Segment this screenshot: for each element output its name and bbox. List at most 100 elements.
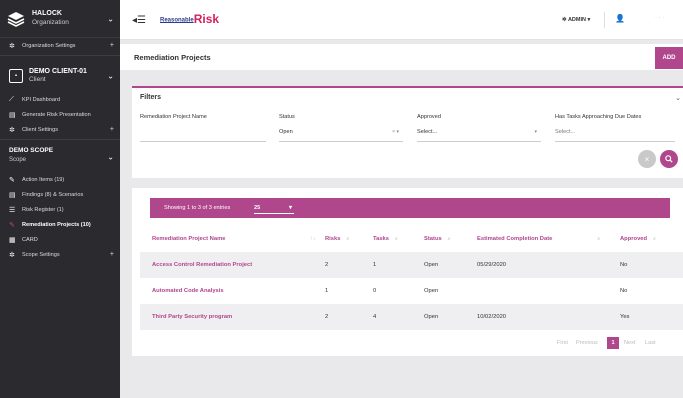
clear-filters-button[interactable]: × — [638, 150, 656, 168]
project-name-input[interactable] — [140, 126, 266, 142]
org-name: HALOCK — [32, 10, 62, 18]
column-label: Approved — [620, 236, 648, 242]
project-name-link[interactable]: Automated Code Analysis — [152, 288, 224, 294]
gear-icon: ✲ — [9, 126, 15, 134]
brand-part2: Risk — [193, 12, 220, 26]
search-button[interactable] — [660, 150, 678, 168]
approved-value: Select... — [417, 129, 438, 135]
risks-cell: 2 — [325, 262, 329, 268]
grid-icon: ▦ — [9, 236, 16, 244]
column-label: Remediation Project Name — [152, 236, 226, 242]
divider — [604, 12, 605, 28]
page-header: Remediation Projects ADD — [120, 44, 683, 70]
date-cell: 05/29/2020 — [477, 262, 507, 268]
sidebar-item-risk-register[interactable]: ☰ Risk Register (1) — [0, 202, 120, 217]
search-icon — [665, 155, 673, 163]
scope-name: DEMO SCOPE — [9, 147, 54, 154]
pagination-first[interactable]: First — [557, 340, 568, 346]
risks-cell: 2 — [325, 314, 329, 320]
clear-and-dropdown-icon: × ▾ — [392, 129, 399, 135]
pagination-current-page[interactable]: 1 — [607, 337, 619, 349]
chevron-down-icon[interactable]: ⌄ — [107, 14, 114, 23]
approved-cell: No — [620, 262, 628, 268]
status-cell: Open — [424, 288, 439, 294]
column-label: Tasks — [373, 236, 390, 242]
close-icon: × — [644, 154, 650, 164]
scope-switcher[interactable]: DEMO SCOPE Scope ⌄ — [0, 142, 120, 172]
user-icon[interactable]: 👤 — [615, 14, 625, 23]
sidebar-item-label: Remediation Projects (10) — [22, 221, 91, 228]
approved-cell: No — [620, 288, 628, 294]
table-row[interactable]: Third Party Security program 2 4 Open 10… — [140, 304, 683, 330]
sidebar-item-label: Action Items (19) — [22, 176, 65, 183]
chevron-down-icon[interactable]: ⌄ — [107, 72, 114, 81]
plus-icon: + — [109, 251, 114, 258]
pagination-next[interactable]: Next — [624, 340, 636, 346]
sidebar-item-client-settings[interactable]: ✲ Client Settings + — [0, 122, 120, 137]
column-header-status[interactable]: Status ⌕ — [424, 236, 451, 242]
add-button[interactable]: ADD — [655, 47, 683, 69]
date-cell: 10/02/2020 — [477, 314, 507, 320]
topbar: ◂☰ ReasonableRisk ✲ ADMIN ▾ 👤 · · · — [120, 0, 683, 40]
entries-info: Showing 1 to 3 of 3 entries — [164, 205, 231, 211]
column-header-risks[interactable]: Risks ⌕ — [325, 236, 349, 242]
sidebar-item-organization-settings[interactable]: ✲ Organization Settings + — [0, 38, 120, 53]
client-subtitle: Client — [29, 76, 46, 84]
tasks-cell: 4 — [373, 314, 377, 320]
page-length-select[interactable]: 25 ▾ — [254, 202, 294, 214]
sidebar-item-scope-settings[interactable]: ✲ Scope Settings + — [0, 247, 120, 262]
column-label: Estimated Completion Date — [477, 236, 553, 242]
sidebar-item-findings[interactable]: ▤ Findings (8) & Scenarios — [0, 187, 120, 202]
client-icon: ▪ — [9, 69, 23, 83]
page-title: Remediation Projects — [134, 53, 211, 62]
sidebar-item-label: KPI Dashboard — [22, 96, 60, 103]
scope-subtitle: Scope — [9, 157, 27, 163]
sidebar-item-kpi-dashboard[interactable]: ⟋ KPI Dashboard — [0, 92, 120, 107]
column-header-completion-date[interactable]: Estimated Completion Date ⌕ — [477, 236, 600, 242]
status-cell: Open — [424, 262, 439, 268]
table-row[interactable]: Automated Code Analysis 1 0 Open No — [140, 278, 683, 304]
status-select[interactable]: Open × ▾ — [279, 126, 403, 142]
chevron-down-icon[interactable]: ⌄ — [107, 153, 114, 162]
chevron-down-icon: ▾ — [534, 129, 537, 135]
gear-icon: ✲ — [9, 251, 15, 259]
list-icon: ☰ — [9, 206, 16, 214]
more-icon[interactable]: · · · — [655, 15, 664, 21]
table-row[interactable]: Access Control Remediation Project 2 1 O… — [140, 252, 683, 278]
column-header-tasks[interactable]: Tasks ⌕ — [373, 236, 398, 242]
reasonable-risk-logo[interactable]: ReasonableRisk — [160, 12, 219, 26]
document-icon: ▤ — [9, 191, 16, 199]
sort-icon[interactable]: ↑↓ — [310, 236, 316, 242]
column-header-name[interactable]: Remediation Project Name — [152, 236, 225, 242]
approved-select[interactable]: Select... ▾ — [417, 126, 541, 142]
status-value: Open — [279, 129, 293, 135]
sidebar-item-card[interactable]: ▦ CARD — [0, 232, 120, 247]
filters-panel: Filters ⌄ Remediation Project Name Statu… — [132, 86, 683, 178]
pagination-previous[interactable]: Previous — [576, 340, 598, 346]
project-name-link[interactable]: Third Party Security program — [152, 314, 232, 320]
pagination-last[interactable]: Last — [645, 340, 656, 346]
plus-icon: + — [109, 42, 114, 49]
sidebar-item-action-items[interactable]: ✎ Action Items (19) — [0, 172, 120, 187]
divider — [0, 55, 120, 56]
sidebar-item-generate-risk-presentation[interactable]: ▤ Generate Risk Presentation — [0, 107, 120, 122]
sidebar-item-label: CARD — [22, 236, 38, 243]
org-subtitle: Organization — [32, 18, 69, 26]
column-label: Status — [424, 236, 442, 242]
sidebar-item-remediation-projects[interactable]: ✎ Remediation Projects (10) — [0, 217, 120, 232]
sidebar-item-label: Client Settings — [22, 126, 59, 133]
chevron-down-icon[interactable]: ⌄ — [675, 94, 681, 102]
due-dates-select[interactable]: Select... — [555, 126, 675, 142]
column-header-approved[interactable]: Approved ⌕ — [620, 236, 656, 242]
org-switcher[interactable]: HALOCK Organization ⌄ — [0, 0, 120, 38]
client-name: DEMO CLIENT-01 — [29, 67, 87, 75]
project-name-link[interactable]: Access Control Remediation Project — [152, 262, 252, 268]
approved-cell: Yes — [620, 314, 630, 320]
sidebar: HALOCK Organization ⌄ ✲ Organization Set… — [0, 0, 120, 398]
sidebar-item-label: Scope Settings — [22, 251, 60, 258]
sidebar-item-label: Risk Register (1) — [22, 206, 64, 213]
admin-menu[interactable]: ✲ ADMIN ▾ — [562, 17, 590, 23]
halock-logo-icon — [6, 9, 26, 29]
client-switcher[interactable]: ▪ DEMO CLIENT-01 Client ⌄ — [0, 60, 120, 92]
menu-toggle-icon[interactable]: ◂☰ — [132, 15, 146, 26]
